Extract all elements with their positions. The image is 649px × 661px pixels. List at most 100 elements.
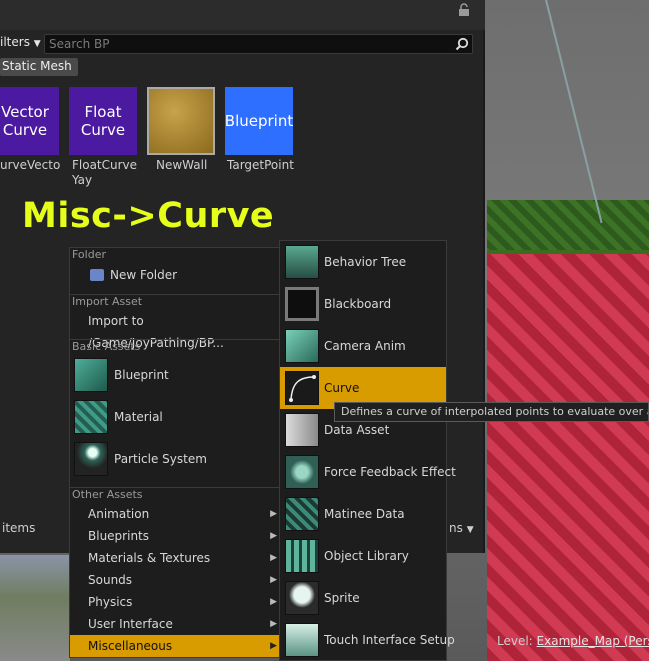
menu-item-import[interactable]: Import to /Game/JoyPathing/BP... — [70, 310, 281, 350]
filters-label: ilters — [0, 35, 30, 49]
sprite-tree-icon — [285, 581, 319, 615]
menu-item-blueprints[interactable]: Blueprints ▶ — [70, 525, 281, 547]
blackboard-icon — [285, 287, 319, 321]
view-options-button[interactable]: ns ▼ — [449, 521, 474, 535]
chevron-right-icon: ▶ — [270, 509, 277, 519]
particle-system-icon — [74, 442, 108, 476]
thumbnail-text: Blueprint — [224, 112, 294, 130]
level-name-link[interactable]: Example_Map (Persis — [537, 634, 649, 648]
asset-tile-float-curve[interactable]: Float Curve — [69, 87, 137, 155]
section-other: Other Assets — [70, 487, 281, 503]
chevron-right-icon: ▶ — [270, 575, 277, 585]
data-asset-icon — [285, 413, 319, 447]
section-folder: Folder — [72, 248, 106, 261]
menu-item-label: Blueprint — [114, 368, 169, 382]
thumbnail-text: Float Curve — [80, 103, 126, 139]
menu-item-label: New Folder — [110, 268, 178, 282]
menu-item-label: Material — [114, 410, 163, 424]
force-feedback-icon — [285, 455, 319, 489]
lock-icon[interactable] — [457, 3, 471, 17]
menu-item-label: Particle System — [114, 452, 207, 466]
asset-label: urveVecto — [0, 158, 61, 172]
content-browser-topbar — [0, 0, 485, 30]
submenu-item-label: Camera Anim — [324, 339, 406, 353]
section-basic: Basic Assets — [70, 339, 281, 355]
behavior-tree-icon — [285, 245, 319, 279]
submenu-item-matinee-data[interactable]: Matinee Data — [280, 493, 446, 535]
items-count: items — [2, 521, 36, 535]
submenu-item-label: Behavior Tree — [324, 255, 407, 269]
menu-item-user-interface[interactable]: User Interface ▶ — [70, 613, 281, 635]
filters-button[interactable]: ilters ▼ — [0, 35, 41, 53]
menu-item-label: User Interface — [88, 617, 173, 631]
curve-icon — [285, 371, 319, 405]
search-input[interactable] — [45, 35, 450, 53]
roof-edge — [487, 250, 649, 661]
curve-tooltip: Defines a curve of interpolated points t… — [334, 402, 649, 422]
search-box[interactable] — [44, 34, 473, 54]
menu-item-miscellaneous[interactable]: Miscellaneous ▶ — [70, 635, 281, 657]
menu-item-physics[interactable]: Physics ▶ — [70, 591, 281, 613]
submenu-item-label: Blackboard — [324, 297, 392, 311]
blueprint-icon — [74, 358, 108, 392]
menu-item-animation[interactable]: Animation ▶ — [70, 503, 281, 525]
submenu-item-force-feedback-effect[interactable]: Force Feedback Effect — [280, 451, 456, 493]
menu-item-label: Miscellaneous — [88, 639, 173, 653]
menu-item-label: Materials & Textures — [88, 551, 211, 565]
menu-item-materials-textures[interactable]: Materials & Textures ▶ — [70, 547, 281, 569]
asset-label: FloatCurve Yay — [72, 158, 138, 187]
chevron-down-icon: ▼ — [466, 525, 474, 535]
menu-item-new-folder[interactable]: New Folder — [70, 264, 281, 286]
menu-item-label: Physics — [88, 595, 133, 609]
submenu-item-label: Matinee Data — [324, 507, 405, 521]
chevron-right-icon: ▶ — [270, 531, 277, 541]
menu-item-particle-system[interactable]: Particle System — [70, 438, 281, 480]
chevron-right-icon: ▶ — [270, 641, 277, 651]
asset-tile-newwall[interactable] — [147, 87, 215, 155]
menu-item-material[interactable]: Material — [70, 396, 281, 438]
level-status: Level: Example_Map (Persis — [497, 634, 649, 648]
chevron-right-icon: ▶ — [270, 553, 277, 563]
touch-interface-icon — [285, 623, 319, 657]
asset-thumbnail-mesh — [149, 89, 213, 153]
chevron-down-icon: ▼ — [33, 39, 41, 49]
menu-item-label: Sounds — [88, 573, 133, 587]
submenu-item-camera-anim[interactable]: Camera Anim — [280, 325, 446, 367]
submenu-item-label: Object Library — [324, 549, 409, 563]
menu-item-label: Animation — [88, 507, 150, 521]
section-import: Import Asset — [70, 294, 281, 310]
chevron-right-icon: ▶ — [270, 619, 277, 629]
asset-tile-targetpoint[interactable]: Blueprint — [225, 87, 293, 155]
miscellaneous-submenu: Behavior Tree Blackboard Camera Anim Cur… — [279, 240, 456, 661]
level-label: Level: — [497, 634, 533, 648]
submenu-item-object-library[interactable]: Object Library — [280, 535, 446, 577]
context-menu: Folder New Folder Import Asset Import to… — [69, 247, 282, 658]
menu-item-blueprint[interactable]: Blueprint — [70, 354, 281, 396]
thumbnail-text: Vector Curve — [1, 103, 49, 139]
submenu-item-label: Sprite — [324, 591, 360, 605]
submenu-item-behavior-tree[interactable]: Behavior Tree — [280, 241, 446, 283]
chevron-right-icon: ▶ — [270, 597, 277, 607]
filter-chip-label: Static Mesh — [2, 59, 72, 73]
asset-label: NewWall — [156, 158, 208, 172]
menu-item-sounds[interactable]: Sounds ▶ — [70, 569, 281, 591]
search-icon[interactable] — [455, 37, 469, 51]
submenu-item-label: Force Feedback Effect — [324, 465, 456, 479]
books-icon — [285, 539, 319, 573]
menu-item-label: Blueprints — [88, 529, 150, 543]
asset-thumbnail: Blueprint — [225, 87, 293, 155]
new-folder-icon — [90, 269, 104, 281]
asset-tile-vector-curve[interactable]: Vector Curve — [0, 87, 59, 155]
submenu-item-sprite[interactable]: Sprite — [280, 577, 446, 619]
wire-line — [545, 0, 603, 224]
filter-chip-static-mesh[interactable]: Static Mesh — [0, 58, 78, 76]
clapperboard-icon — [285, 497, 319, 531]
asset-thumbnail: Float Curve — [69, 87, 137, 155]
submenu-item-blackboard[interactable]: Blackboard — [280, 283, 446, 325]
floor-surface — [0, 555, 70, 661]
submenu-item-touch-interface-setup[interactable]: Touch Interface Setup — [280, 619, 455, 661]
submenu-item-label: Touch Interface Setup — [324, 633, 455, 647]
asset-label: TargetPoint — [227, 158, 294, 172]
asset-thumbnail: Vector Curve — [0, 87, 59, 155]
annotation-text: Misc->Curve — [22, 196, 275, 236]
